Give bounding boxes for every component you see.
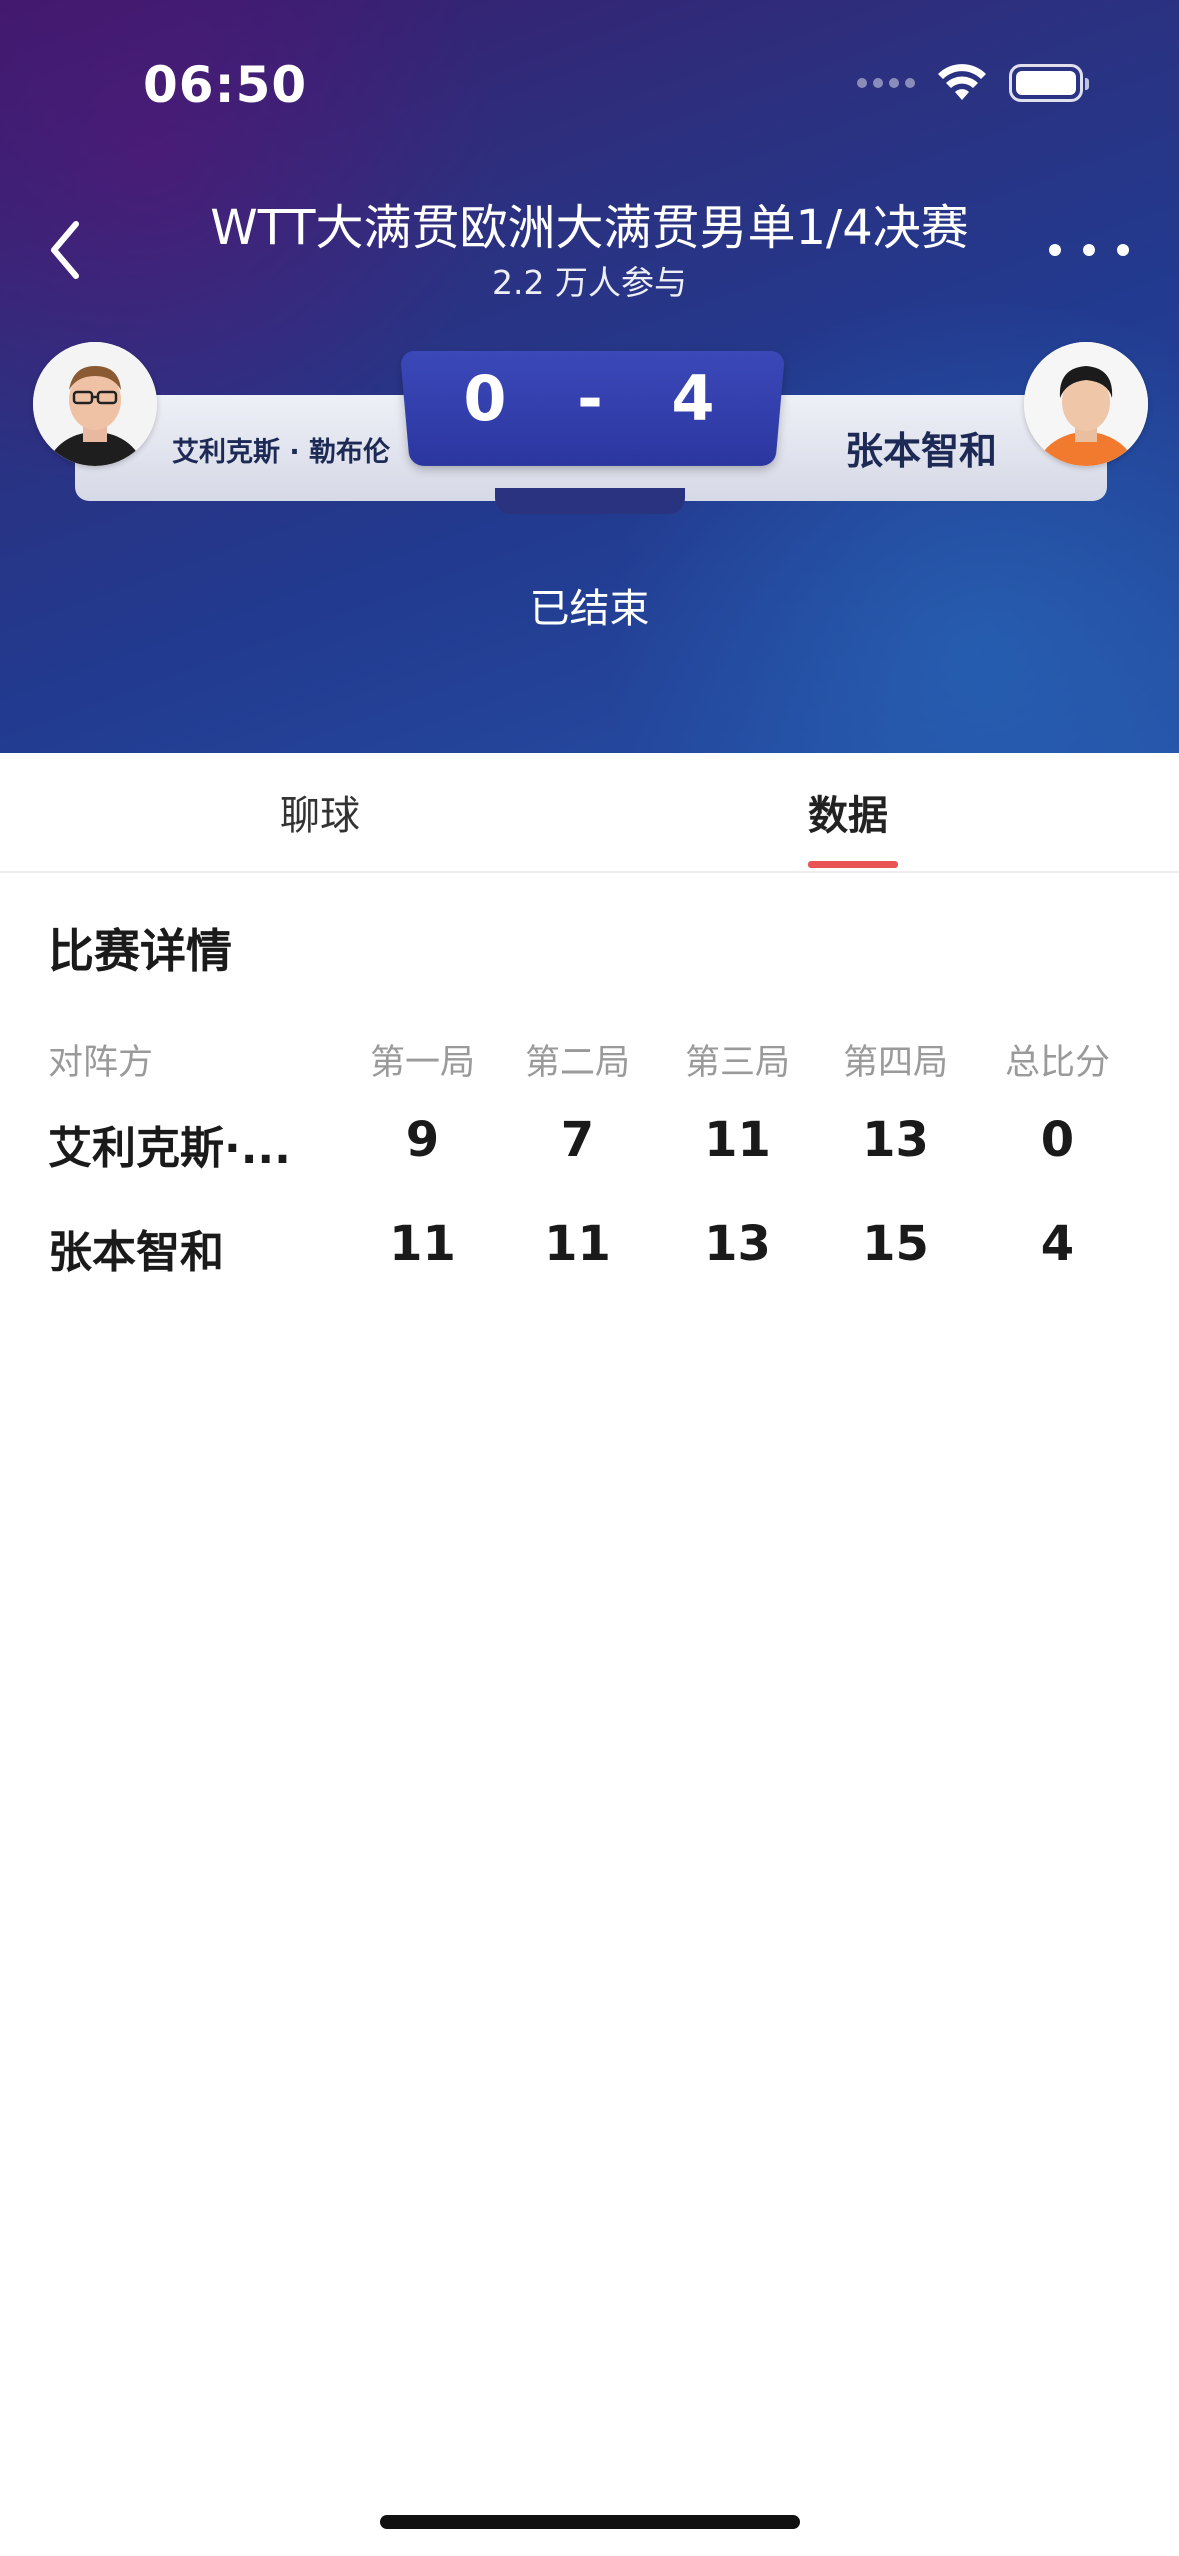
game-score-cell: 13 — [704, 1216, 771, 1272]
section-title: 比赛详情 — [48, 924, 232, 978]
match-header: 06:50 WTT大满贯欧洲大满贯男单1/4决赛 2.2 万人参与 0 - 4 — [0, 0, 1179, 753]
battery-icon — [1009, 64, 1089, 102]
table-row: 张本智和 11 11 13 15 4 — [0, 1216, 1179, 1296]
game-score-cell: 11 — [704, 1112, 771, 1168]
tab-data[interactable]: 数据 — [808, 783, 888, 841]
table-header-row: 对阵方 第一局 第二局 第三局 第四局 总比分 — [0, 1020, 1179, 1100]
column-header: 第一局 — [369, 1043, 475, 1083]
scoreboard-notch — [495, 488, 685, 514]
game-score-cell: 15 — [862, 1216, 929, 1272]
avatar-right-player[interactable] — [1024, 342, 1148, 466]
page-title: WTT大满贯欧洲大满贯男单1/4决赛 — [210, 200, 969, 256]
right-player-name[interactable]: 张本智和 — [845, 420, 997, 475]
left-player-name[interactable]: 艾利克斯 · 勒布伦 — [172, 430, 390, 469]
column-header: 对阵方 — [48, 1043, 154, 1083]
signal-icon — [857, 78, 915, 88]
tab-bar: 聊球 数据 — [0, 753, 1179, 873]
participants-count: 2.2 万人参与 — [492, 263, 687, 302]
total-score-cell: 4 — [1040, 1216, 1075, 1272]
status-time: 06:50 — [143, 56, 308, 114]
score-separator: - — [577, 362, 603, 435]
table-row: 艾利克斯·... 9 7 11 13 0 — [0, 1112, 1179, 1192]
status-icons — [857, 64, 1089, 102]
left-score: 0 — [463, 362, 507, 435]
avatar-left-player[interactable] — [33, 342, 157, 466]
game-score-cell: 9 — [405, 1112, 440, 1168]
player-name-cell: 张本智和 — [48, 1227, 224, 1278]
column-header: 第二局 — [524, 1043, 630, 1083]
column-header: 总比分 — [1004, 1043, 1110, 1083]
game-score-cell: 7 — [560, 1112, 595, 1168]
player-name-cell: 艾利克斯·... — [48, 1123, 291, 1174]
right-score: 4 — [671, 362, 715, 435]
column-header: 第三局 — [684, 1043, 790, 1083]
game-score-cell: 11 — [544, 1216, 611, 1272]
column-header: 第四局 — [842, 1043, 948, 1083]
total-score-cell: 0 — [1040, 1112, 1075, 1168]
home-indicator[interactable] — [380, 2515, 800, 2529]
active-tab-indicator — [808, 861, 898, 868]
more-icon[interactable] — [1049, 230, 1129, 270]
wifi-icon — [938, 64, 986, 100]
match-status: 已结束 — [529, 586, 650, 632]
game-score-cell: 13 — [862, 1112, 929, 1168]
tab-chat[interactable]: 聊球 — [280, 783, 360, 841]
game-score-cell: 11 — [389, 1216, 456, 1272]
